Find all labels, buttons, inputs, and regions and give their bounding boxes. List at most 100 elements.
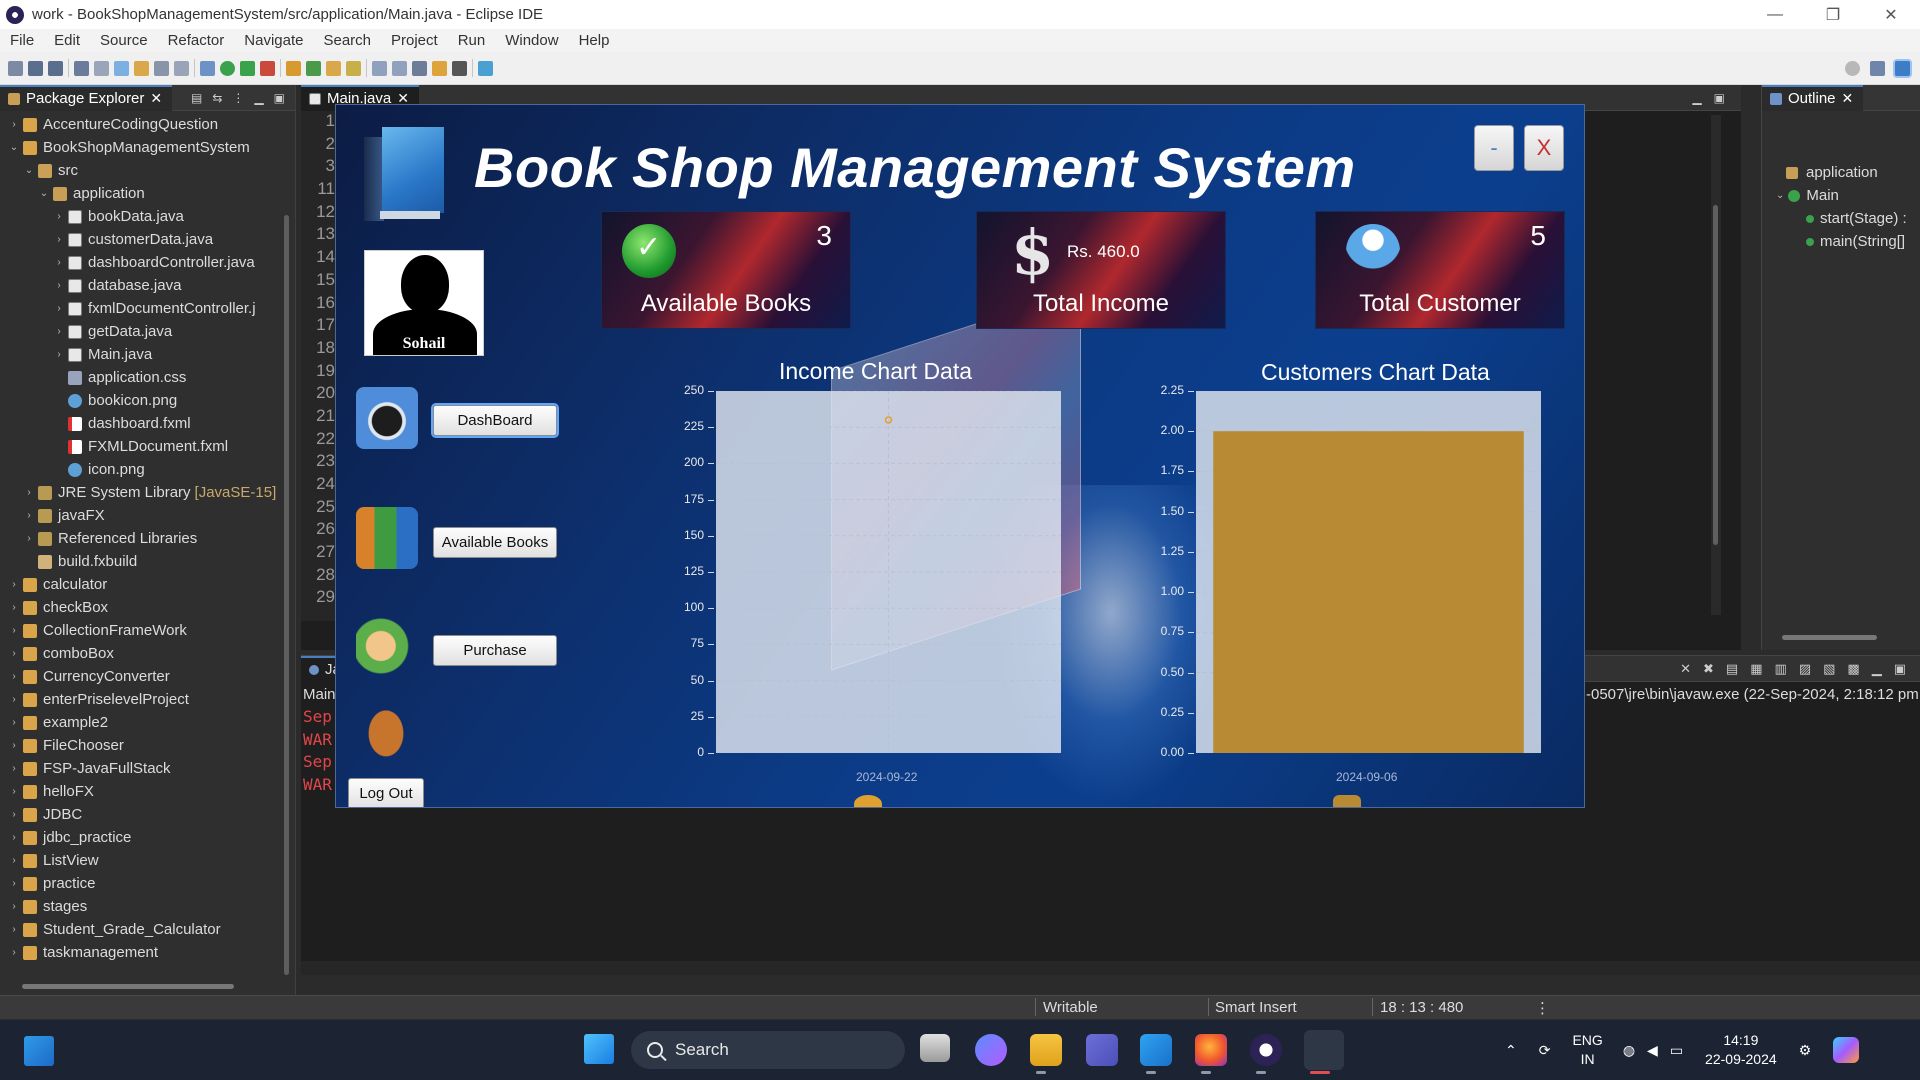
close-tab-icon[interactable]: ✕: [150, 90, 162, 107]
expand-arrow-icon[interactable]: ›: [8, 901, 20, 912]
next-annotation-icon[interactable]: [372, 60, 387, 76]
outline-item-method[interactable]: start(Stage) :: [1762, 207, 1920, 230]
expand-arrow-icon[interactable]: ›: [8, 579, 20, 590]
tree-item[interactable]: › database.java: [0, 274, 295, 297]
java-app-taskbar-icon[interactable]: [1304, 1030, 1344, 1070]
tab-outline[interactable]: Outline ✕: [1762, 84, 1864, 111]
prev-annotation-icon[interactable]: [392, 60, 407, 76]
expand-arrow-icon[interactable]: ›: [8, 763, 20, 774]
expand-arrow-icon[interactable]: ⌄: [23, 165, 35, 176]
tree-item[interactable]: › CollectionFrameWork: [0, 619, 295, 642]
expand-arrow-icon[interactable]: ›: [8, 671, 20, 682]
pin-console-icon[interactable]: ▨: [1799, 661, 1811, 677]
save-all-icon[interactable]: [48, 60, 63, 76]
battery-icon[interactable]: ▭: [1670, 1042, 1683, 1059]
tree-item[interactable]: icon.png: [0, 458, 295, 481]
tree-item[interactable]: › comboBox: [0, 642, 295, 665]
last-edit-icon[interactable]: [412, 60, 427, 76]
firefox-icon[interactable]: [1195, 1034, 1227, 1066]
clock[interactable]: 14:19 22-09-2024: [1705, 1031, 1777, 1069]
tree-item[interactable]: dashboard.fxml: [0, 412, 295, 435]
tree-item[interactable]: › JDBC: [0, 803, 295, 826]
menu-window[interactable]: Window: [495, 32, 568, 49]
search-tool-icon[interactable]: [346, 60, 361, 76]
expand-arrow-icon[interactable]: ›: [8, 694, 20, 705]
expand-arrow-icon[interactable]: ›: [53, 234, 65, 245]
expand-arrow-icon[interactable]: ›: [23, 487, 35, 498]
tree-item[interactable]: › Main.java: [0, 343, 295, 366]
tree-item[interactable]: › enterPriselevelProject: [0, 688, 295, 711]
copilot-icon[interactable]: [975, 1034, 1007, 1066]
open-type-icon[interactable]: [326, 60, 341, 76]
collapse-all-icon[interactable]: ▤: [191, 91, 202, 105]
tree-item[interactable]: › CurrencyConverter: [0, 665, 295, 688]
expand-arrow-icon[interactable]: ⌄: [38, 188, 50, 199]
network-icon[interactable]: ◍: [1623, 1042, 1635, 1059]
tree-item[interactable]: ⌄ application: [0, 182, 295, 205]
expand-arrow-icon[interactable]: ›: [8, 786, 20, 797]
new-icon[interactable]: [8, 60, 23, 76]
tree-item[interactable]: ⌄ BookShopManagementSystem: [0, 136, 295, 159]
minimize-view-icon[interactable]: ▁: [1692, 91, 1701, 105]
app-minimize-button[interactable]: -: [1474, 125, 1514, 171]
expand-arrow-icon[interactable]: ⌄: [8, 142, 20, 153]
tree-scrollbar[interactable]: [284, 215, 289, 975]
tree-item[interactable]: bookicon.png: [0, 389, 295, 412]
highlight-icon[interactable]: [134, 60, 149, 76]
menu-run[interactable]: Run: [448, 32, 496, 49]
expand-arrow-icon[interactable]: ›: [53, 349, 65, 360]
tree-item[interactable]: build.fxbuild: [0, 550, 295, 573]
tab-package-explorer[interactable]: Package Explorer ✕: [0, 84, 173, 111]
word-wrap-icon[interactable]: ▥: [1775, 661, 1787, 677]
new-java-project-icon[interactable]: [286, 60, 301, 76]
minimize-window-button[interactable]: —: [1746, 0, 1804, 29]
tree-item[interactable]: › fxmlDocumentController.j: [0, 297, 295, 320]
pin-editor-icon[interactable]: [478, 60, 493, 76]
expand-arrow-icon[interactable]: ›: [53, 280, 65, 291]
new-package-icon[interactable]: [306, 60, 321, 76]
tree-item[interactable]: › FileChooser: [0, 734, 295, 757]
expand-arrow-icon[interactable]: ›: [8, 119, 20, 130]
expand-arrow-icon[interactable]: ›: [53, 211, 65, 222]
maximize-view-icon[interactable]: ▣: [1714, 91, 1725, 105]
menu-edit[interactable]: Edit: [44, 32, 90, 49]
status-menu-icon[interactable]: ⋮: [1535, 999, 1550, 1017]
outline-item-class[interactable]: ⌄ Main: [1762, 184, 1920, 207]
taskbar-search-box[interactable]: Search: [631, 1031, 905, 1069]
minimize-view-icon[interactable]: ▁: [1872, 661, 1882, 677]
outline-scrollbar[interactable]: [1782, 635, 1877, 640]
close-window-button[interactable]: ✕: [1862, 0, 1920, 29]
volume-icon[interactable]: ◀: [1647, 1042, 1658, 1059]
menu-source[interactable]: Source: [90, 32, 158, 49]
expand-arrow-icon[interactable]: ›: [53, 303, 65, 314]
app-close-button[interactable]: X: [1524, 125, 1564, 171]
expand-arrow-icon[interactable]: ›: [8, 602, 20, 613]
maximize-view-icon[interactable]: ▣: [274, 91, 285, 105]
block-select-icon[interactable]: [154, 60, 169, 76]
show-hidden-icons-icon[interactable]: ⌃: [1505, 1042, 1517, 1059]
tree-item[interactable]: › getData.java: [0, 320, 295, 343]
save-icon[interactable]: [28, 60, 43, 76]
dashboard-button[interactable]: DashBoard: [433, 405, 557, 436]
coverage-icon[interactable]: [240, 60, 255, 76]
terminal-icon[interactable]: [74, 60, 89, 76]
menu-file[interactable]: File: [0, 32, 44, 49]
tree-item[interactable]: › ListView: [0, 849, 295, 872]
expand-arrow-icon[interactable]: ›: [53, 326, 65, 337]
outline-item-method[interactable]: main(String[]: [1762, 230, 1920, 253]
language-indicator[interactable]: ENG IN: [1572, 1031, 1602, 1069]
expand-arrow-icon[interactable]: ›: [8, 924, 20, 935]
maximize-view-icon[interactable]: ▣: [1894, 661, 1906, 677]
tree-item[interactable]: FXMLDocument.fxml: [0, 435, 295, 458]
link-with-editor-icon[interactable]: ⇆: [212, 91, 222, 105]
outline-item-package[interactable]: application: [1762, 161, 1920, 184]
minimize-view-icon[interactable]: ▁: [254, 91, 263, 105]
tree-item[interactable]: › stages: [0, 895, 295, 918]
tree-item[interactable]: › Student_Grade_Calculator: [0, 918, 295, 941]
java-perspective-icon[interactable]: [1895, 60, 1910, 76]
expand-arrow-icon[interactable]: ›: [23, 533, 35, 544]
expand-arrow-icon[interactable]: ›: [53, 257, 65, 268]
external-tools-icon[interactable]: [260, 60, 275, 76]
tree-item[interactable]: › helloFX: [0, 780, 295, 803]
available-books-button[interactable]: Available Books: [433, 527, 557, 558]
